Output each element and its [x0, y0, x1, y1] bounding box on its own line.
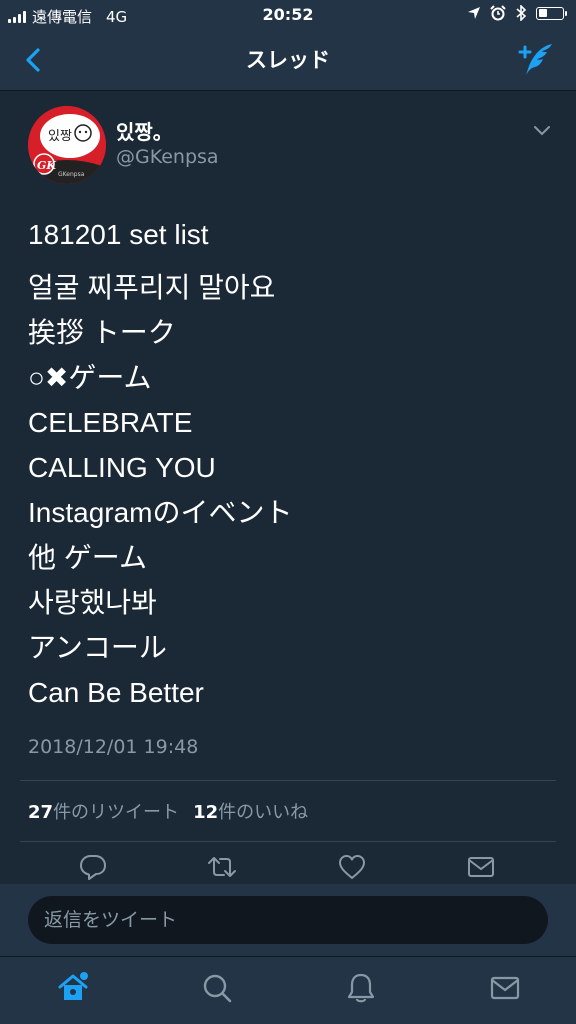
avatar[interactable]: 있짱 GK GKenpsa: [28, 106, 106, 184]
tab-bar: [0, 956, 576, 1024]
alarm-icon: [490, 5, 506, 21]
nav-bar: スレッド: [0, 30, 576, 91]
retweet-label[interactable]: 件のリツイート: [53, 802, 179, 823]
tweet-line: ○✖ゲーム: [28, 362, 152, 393]
avatar-image: 있짱 GK GKenpsa: [28, 106, 106, 184]
tweet-line: Can Be Better: [28, 677, 204, 708]
tweet-timestamp: 2018/12/01 19:48: [28, 736, 199, 758]
svg-text:있짱: 있짱: [48, 129, 72, 144]
divider: [20, 841, 556, 842]
status-right: [467, 5, 567, 21]
chevron-down-icon[interactable]: [530, 118, 554, 142]
tweet-line: アンコール: [28, 632, 167, 663]
retweet-count[interactable]: 27: [28, 802, 53, 823]
location-icon: [468, 7, 480, 19]
battery-icon: [536, 6, 567, 20]
status-bar: 遠傳電信 4G 20:52: [0, 0, 576, 30]
notifications-icon[interactable]: [344, 971, 378, 1005]
avatar-logo-subtext: GKenpsa: [58, 171, 85, 178]
like-count[interactable]: 12: [193, 802, 218, 823]
tweet-thread-screen: 遠傳電信 4G 20:52 スレッド 있짱 GK GKenpsa 있짱。 @GK…: [0, 0, 576, 1024]
home-icon[interactable]: [56, 971, 90, 1005]
tweet-line: 181201 set list: [28, 219, 209, 250]
page-title: スレッド: [246, 48, 330, 72]
reply-icon[interactable]: [78, 852, 108, 882]
like-icon[interactable]: [337, 852, 367, 882]
reply-bar: 返信をツイート: [0, 884, 576, 956]
tweet-line: 挨拶 トーク: [28, 317, 176, 348]
messages-icon[interactable]: [488, 971, 522, 1005]
tweet-line: 사랑했나봐: [28, 587, 157, 618]
like-label[interactable]: 件のいいね: [218, 802, 308, 823]
compose-tweet-icon[interactable]: [516, 40, 556, 80]
direct-message-icon[interactable]: [466, 852, 496, 882]
tweet-line: CALLING YOU: [28, 452, 216, 483]
tweet-line: CELEBRATE: [28, 407, 193, 438]
tweet-line: Instagramのイベント: [28, 497, 293, 528]
author-handle[interactable]: @GKenpsa: [116, 146, 219, 168]
tweet-text: 181201 set list 얼굴 찌푸리지 말아요 挨拶 トーク ○✖ゲーム…: [28, 212, 548, 715]
retweet-icon[interactable]: [207, 852, 237, 882]
author-name[interactable]: 있짱。: [116, 116, 173, 145]
bluetooth-icon: [516, 5, 527, 21]
avatar-logo-text: GK: [37, 159, 56, 172]
reply-input[interactable]: 返信をツイート: [28, 896, 548, 944]
tweet-stats: 27件のリツイート 12件のいいね: [28, 798, 308, 824]
tweet-actions: [0, 852, 576, 886]
tweet-line: 他 ゲーム: [28, 542, 147, 573]
search-icon[interactable]: [200, 971, 234, 1005]
tweet-line: 얼굴 찌푸리지 말아요: [28, 272, 276, 303]
divider: [20, 780, 556, 781]
